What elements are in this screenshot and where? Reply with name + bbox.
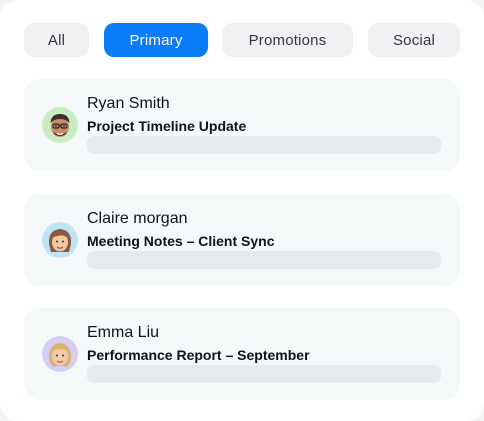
tab-promotions[interactable]: Promotions [222, 23, 353, 57]
email-preview-placeholder [87, 251, 441, 269]
email-subject: Project Timeline Update [87, 118, 247, 134]
inbox-card: All Primary Promotions Social Ryan Smith… [0, 0, 484, 421]
tab-primary[interactable]: Primary [104, 23, 208, 57]
tab-all[interactable]: All [24, 23, 89, 57]
email-preview-placeholder [87, 136, 441, 154]
email-sender: Ryan Smith [87, 95, 170, 112]
email-item[interactable]: Claire morgan Meeting Notes – Client Syn… [24, 194, 460, 286]
email-item[interactable]: Ryan Smith Project Timeline Update [24, 79, 460, 171]
category-tabs: All Primary Promotions Social [24, 23, 460, 57]
email-sender: Claire morgan [87, 210, 188, 227]
woman-memoji-icon [42, 222, 78, 258]
email-item[interactable]: Emma Liu Performance Report – September [24, 308, 460, 400]
email-sender: Emma Liu [87, 324, 160, 341]
blonde-woman-memoji-icon [42, 336, 78, 372]
tab-social[interactable]: Social [368, 23, 460, 57]
man-memoji-icon [42, 107, 78, 143]
email-subject: Meeting Notes – Client Sync [87, 233, 275, 249]
email-subject: Performance Report – September [87, 347, 310, 363]
email-preview-placeholder [87, 365, 441, 383]
